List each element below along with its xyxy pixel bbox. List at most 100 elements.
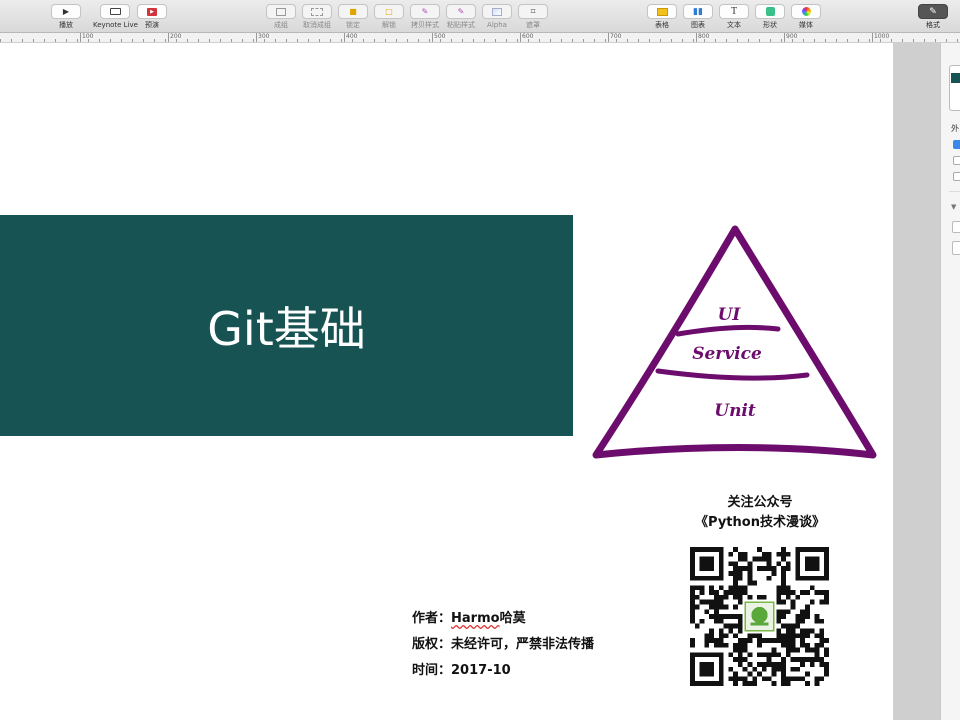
preview-button[interactable]: ▶ 预演	[137, 4, 167, 29]
table-button[interactable]: 表格	[647, 4, 677, 29]
ruler-major-tick	[168, 33, 169, 42]
ruler-minor-tick	[946, 39, 947, 42]
unlock-button[interactable]: □ 解锁	[374, 4, 404, 29]
canvas-scroll-gutter[interactable]	[893, 43, 940, 720]
inspector-checkbox-2[interactable]	[953, 156, 960, 165]
ruler-minor-tick	[121, 39, 122, 42]
ruler-minor-tick	[847, 39, 848, 42]
ruler-minor-tick	[759, 39, 760, 42]
inspector-swatch[interactable]	[949, 65, 960, 111]
chart-button[interactable]: ▮▮ 图表	[683, 4, 713, 29]
alpha-button[interactable]: Alpha	[482, 4, 512, 29]
ruler-minor-tick	[407, 39, 408, 42]
python-logo-icon	[751, 606, 768, 624]
qr-code-image[interactable]	[690, 547, 829, 686]
ruler-minor-tick	[770, 39, 771, 42]
time-line: 时间：2017-10	[412, 658, 594, 684]
eyedropper-icon: ✎	[421, 7, 429, 16]
author-name-cn: 哈莫	[499, 611, 526, 626]
pyramid-outline	[592, 225, 877, 459]
copy-style-button[interactable]: ✎ 拷贝样式	[410, 4, 440, 29]
qr-caption-line1: 关注公众号	[727, 495, 793, 510]
pyramid-divider-bottom	[655, 368, 810, 381]
ruler-minor-tick	[88, 39, 89, 42]
shape-icon	[765, 7, 775, 16]
ruler-minor-tick	[55, 39, 56, 42]
ruler-minor-tick	[583, 39, 584, 42]
copyright-line: 版权：未经许可，严禁非法传播	[412, 632, 594, 658]
ruler-minor-tick	[748, 39, 749, 42]
ungroup-button[interactable]: 取消成组	[302, 4, 332, 29]
ruler-minor-tick	[297, 39, 298, 42]
crop-icon: ⌗	[530, 6, 536, 17]
inspector-checkbox-1[interactable]	[953, 140, 960, 149]
mask-button[interactable]: ⌗ 遮罩	[518, 4, 548, 29]
paste-style-button[interactable]: ✎ 粘贴样式	[446, 4, 476, 29]
horizontal-ruler[interactable]: 100 200 300 400 500 600 700 800 900 1000	[0, 33, 960, 43]
ungroup-icon	[311, 7, 323, 16]
ruler-minor-tick	[253, 39, 254, 42]
ruler-minor-tick	[418, 39, 419, 42]
play-button[interactable]: ▶ 播放	[51, 4, 81, 29]
title-banner[interactable]: Git基础	[0, 215, 573, 436]
play-icon: ▶	[62, 7, 70, 16]
lock-button[interactable]: ■ 锁定	[338, 4, 368, 29]
pyramid-divider-top	[675, 324, 781, 337]
keynote-window: ▶ 播放 Keynote Live ▶ 预演 成组 取消成组 ■ 锁定 □ 解锁…	[0, 0, 960, 720]
inspector-section-label: 外	[951, 124, 959, 133]
ruler-major-tick	[432, 33, 433, 42]
ruler-minor-tick	[220, 39, 221, 42]
ruler-minor-tick	[704, 39, 705, 42]
credits-block[interactable]: 作者：Harmo哈莫 版权：未经许可，严禁非法传播 时间：2017-10	[412, 606, 594, 684]
ruler-minor-tick	[154, 39, 155, 42]
inspector-field-1[interactable]	[952, 221, 960, 233]
lock-icon: ■	[349, 7, 357, 16]
format-button[interactable]: ✎ 格式	[918, 4, 948, 29]
chart-icon: ▮▮	[693, 6, 703, 17]
ruler-minor-tick	[198, 39, 199, 42]
ruler-minor-tick	[286, 39, 287, 42]
ruler-minor-tick	[715, 39, 716, 42]
ruler-minor-tick	[935, 39, 936, 42]
author-label: 作者：	[412, 611, 452, 626]
ruler-minor-tick	[726, 39, 727, 42]
ruler-minor-tick	[737, 39, 738, 42]
ruler-minor-tick	[693, 39, 694, 42]
ruler-minor-tick	[341, 39, 342, 42]
slide-title[interactable]: Git基础	[207, 293, 365, 359]
ruler-minor-tick	[781, 39, 782, 42]
ruler-minor-tick	[308, 39, 309, 42]
ruler-minor-tick	[484, 39, 485, 42]
ruler-minor-tick	[671, 39, 672, 42]
group-icon	[276, 7, 286, 16]
ruler-major-tick	[344, 33, 345, 42]
ruler-major-tick	[784, 33, 785, 42]
ruler-minor-tick	[22, 39, 23, 42]
ruler-minor-tick	[352, 39, 353, 42]
ruler-minor-tick	[385, 39, 386, 42]
qr-caption[interactable]: 关注公众号 《Python技术漫谈》	[680, 493, 840, 533]
pyramid-layer-ui: UI	[718, 305, 742, 325]
inspector-field-2[interactable]	[952, 241, 960, 255]
inspector-swatch-fill	[951, 73, 960, 83]
media-button[interactable]: 媒体	[791, 4, 821, 29]
group-button[interactable]: 成组	[266, 4, 296, 29]
slide-canvas[interactable]: Git基础 UI Service Unit 关注公众号 《Python技术漫谈》…	[0, 43, 893, 720]
time-label: 时间：	[412, 663, 452, 678]
ruler-major-tick	[520, 33, 521, 42]
shape-button[interactable]: 形状	[755, 4, 785, 29]
ruler-minor-tick	[429, 39, 430, 42]
inspector-checkbox-3[interactable]	[953, 172, 960, 181]
text-button[interactable]: T 文本	[719, 4, 749, 29]
author-name: Harmo	[451, 611, 500, 626]
copyright-label: 版权：	[412, 637, 452, 652]
ruler-major-tick	[872, 33, 873, 42]
ruler-minor-tick	[242, 39, 243, 42]
test-pyramid-diagram[interactable]: UI Service Unit	[590, 223, 880, 468]
keynote-live-button[interactable]: Keynote Live	[93, 4, 138, 29]
ruler-minor-tick	[187, 39, 188, 42]
disclosure-triangle-icon[interactable]: ▼	[951, 203, 956, 211]
ruler-minor-tick	[550, 39, 551, 42]
ruler-minor-tick	[517, 39, 518, 42]
ruler-minor-tick	[473, 39, 474, 42]
